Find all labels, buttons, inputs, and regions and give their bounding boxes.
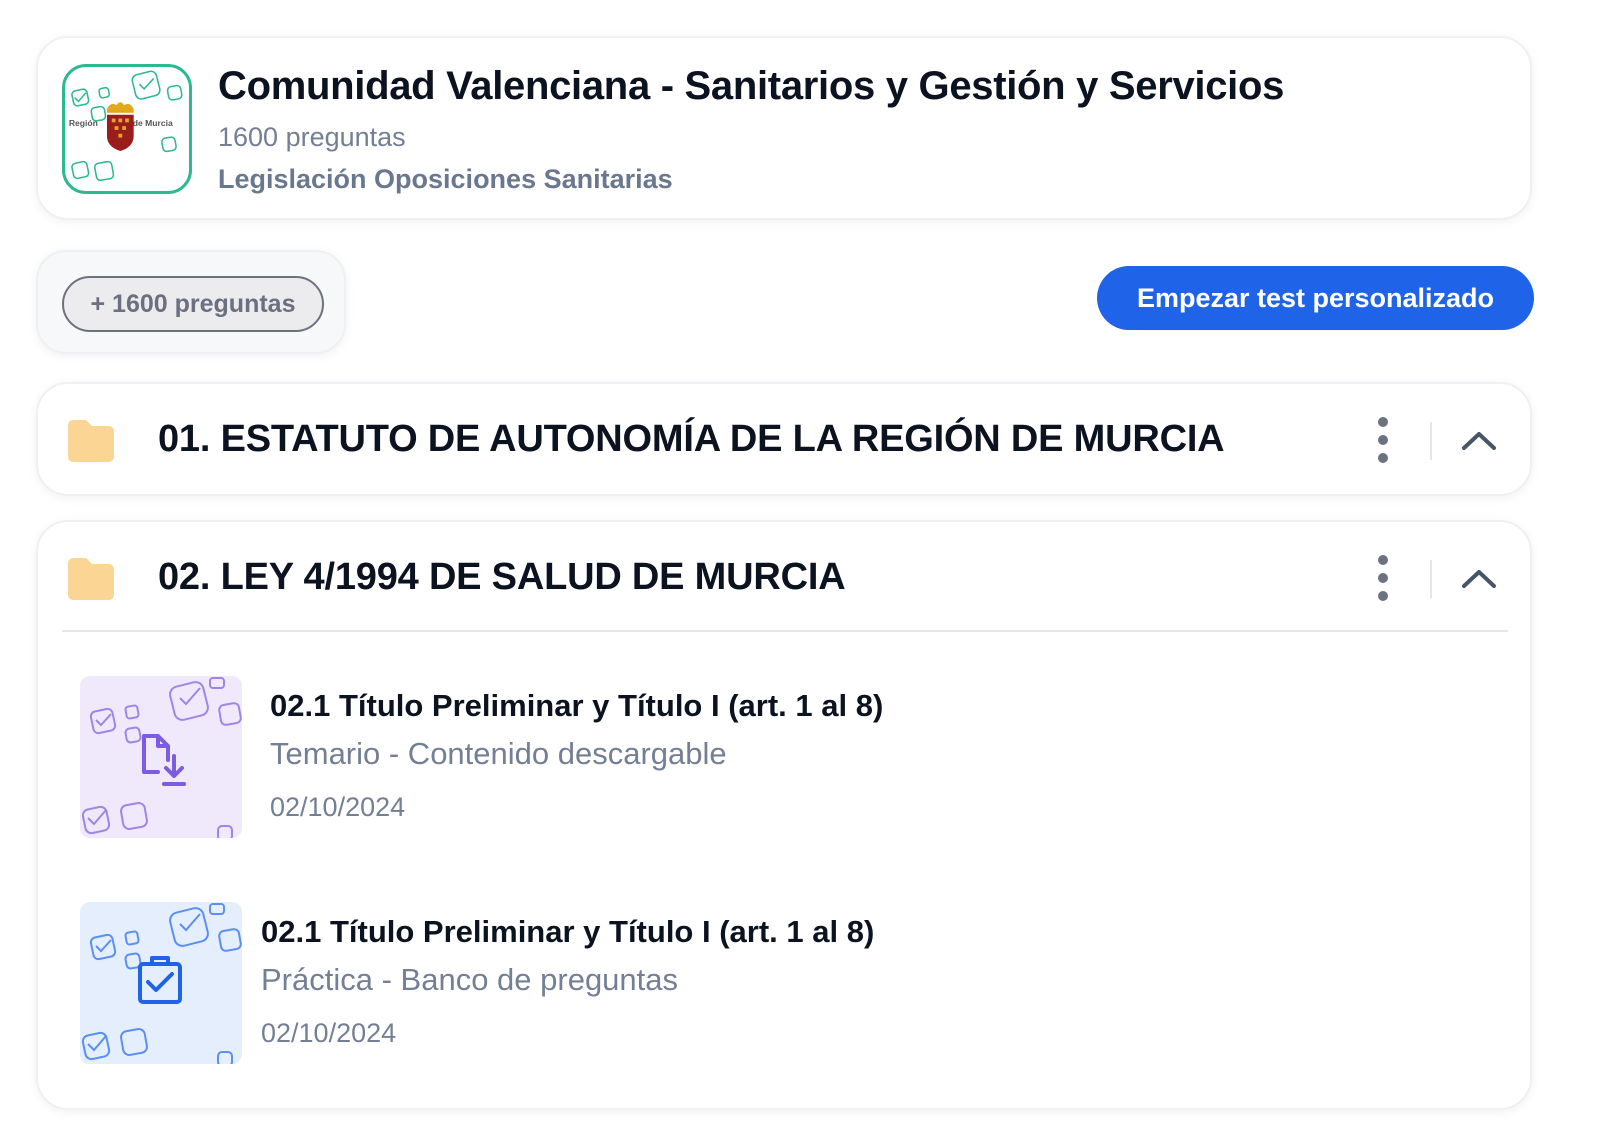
more-options-icon[interactable] — [1368, 554, 1398, 602]
logo-right-text: de Murcia — [133, 118, 173, 128]
item-subtitle: Temario - Contenido descargable — [270, 736, 727, 771]
course-question-count: 1600 preguntas — [218, 122, 406, 152]
logo-left-text: Región — [69, 118, 98, 128]
list-item[interactable]: 02.1 Título Preliminar y Título I (art. … — [80, 676, 1480, 838]
section-header[interactable]: 01. ESTATUTO DE AUTONOMÍA DE LA REGIÓN D… — [38, 384, 1530, 496]
course-title: Comunidad Valenciana - Sanitarios y Gest… — [218, 64, 1285, 108]
folder-icon — [68, 420, 114, 462]
course-logo: Región de Murcia — [62, 64, 192, 194]
section-card: 02. LEY 4/1994 DE SALUD DE MURCIA 02.1 T… — [36, 520, 1532, 1110]
chevron-up-icon[interactable] — [1458, 424, 1500, 456]
section-divider — [62, 630, 1508, 632]
item-title: 02.1 Título Preliminar y Título I (art. … — [261, 914, 875, 949]
course-header-card: Región de Murcia Comunidad Valenciana - … — [36, 36, 1532, 220]
item-thumbnail — [80, 676, 242, 838]
list-item[interactable]: 02.1 Título Preliminar y Título I (art. … — [80, 902, 1480, 1064]
item-date: 02/10/2024 — [261, 1018, 397, 1048]
section-card: 01. ESTATUTO DE AUTONOMÍA DE LA REGIÓN D… — [36, 382, 1532, 496]
header-divider — [1430, 560, 1432, 598]
folder-icon — [68, 558, 114, 600]
item-date: 02/10/2024 — [270, 792, 406, 822]
filter-chip-container: + 1600 preguntas — [36, 250, 346, 354]
section-title: 01. ESTATUTO DE AUTONOMÍA DE LA REGIÓN D… — [158, 418, 1225, 460]
item-thumbnail — [80, 902, 242, 1064]
chevron-up-icon[interactable] — [1458, 562, 1500, 594]
start-custom-test-button[interactable]: Empezar test personalizado — [1097, 266, 1534, 330]
question-count-chip[interactable]: + 1600 preguntas — [62, 276, 324, 332]
item-title: 02.1 Título Preliminar y Título I (art. … — [270, 688, 884, 723]
item-subtitle: Práctica - Banco de preguntas — [261, 962, 679, 997]
section-title: 02. LEY 4/1994 DE SALUD DE MURCIA — [158, 556, 846, 598]
header-divider — [1430, 422, 1432, 460]
coat-of-arms-icon — [106, 102, 134, 151]
more-options-icon[interactable] — [1368, 416, 1398, 464]
section-header[interactable]: 02. LEY 4/1994 DE SALUD DE MURCIA — [38, 522, 1530, 634]
course-category: Legislación Oposiciones Sanitarias — [218, 164, 673, 194]
